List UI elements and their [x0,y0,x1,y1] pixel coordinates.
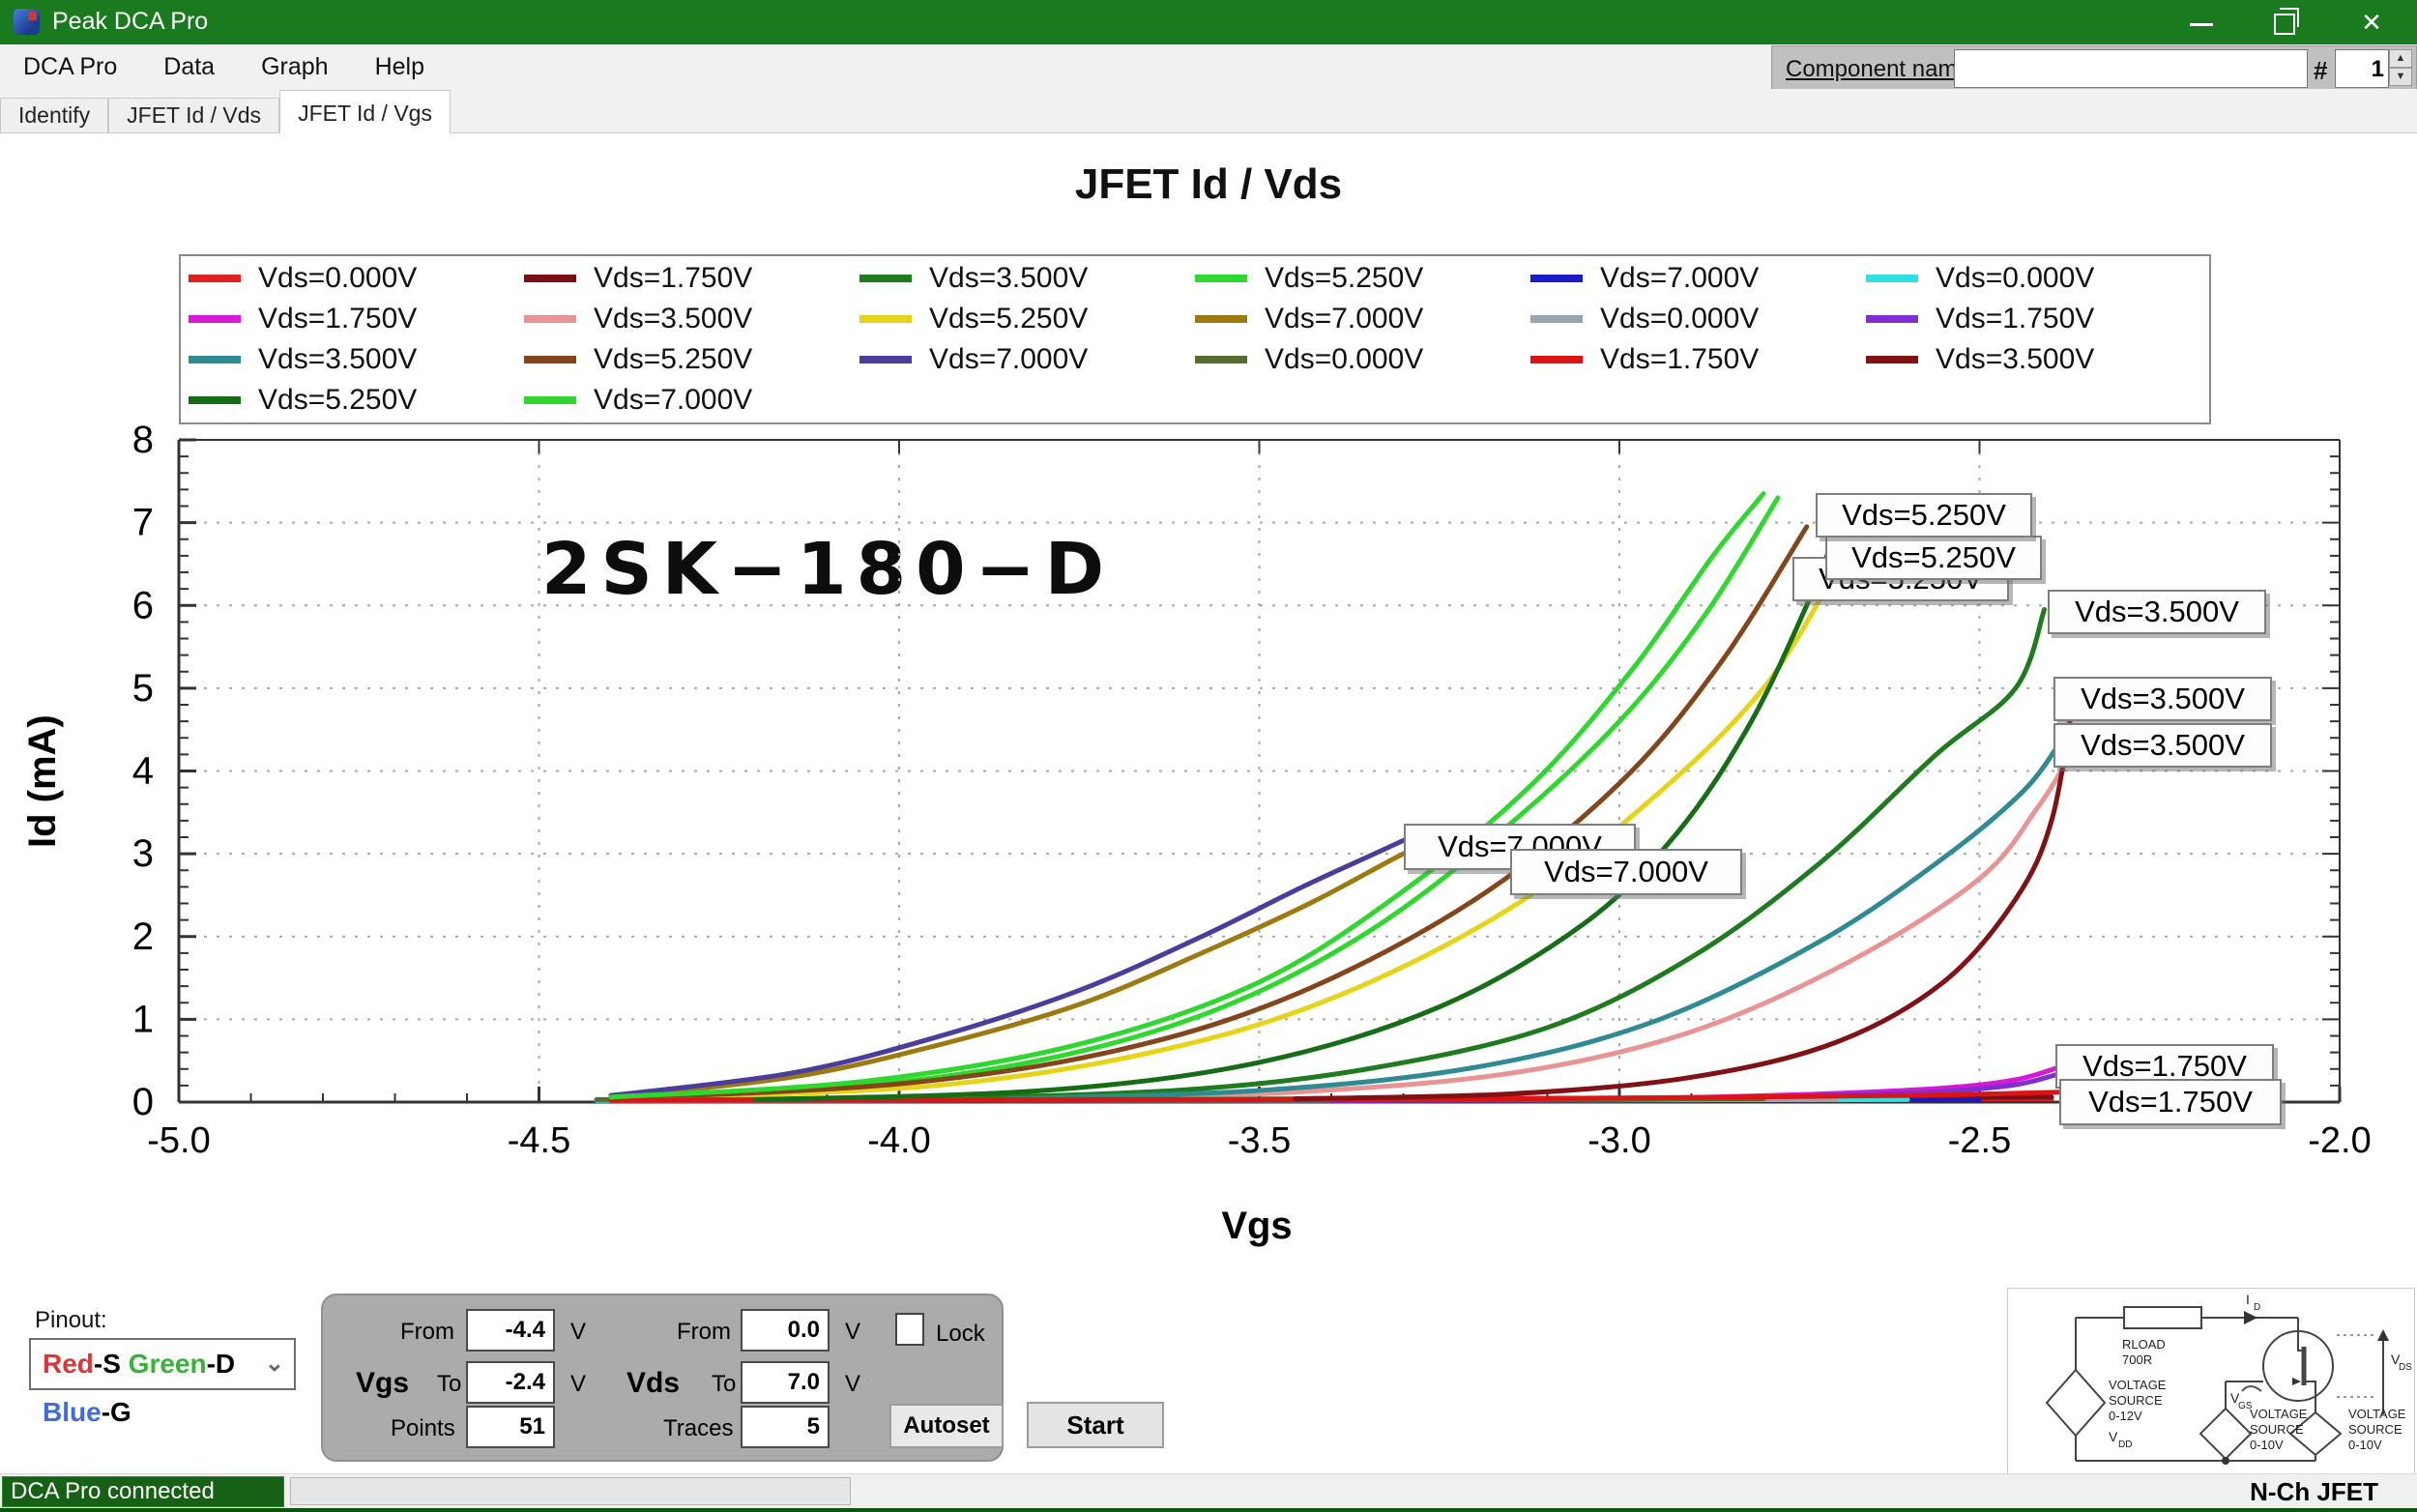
curve-label[interactable]: Vds=5.250V [1816,493,2032,538]
menu-item-help[interactable]: Help [352,44,448,89]
curve-vds-3-500v [1007,744,2059,1098]
curve-label[interactable]: Vds=7.000V [1510,849,1742,895]
curve-label[interactable]: Vds=5.250V [1825,536,2042,580]
tab-bar: IdentifyJFET Id / VdsJFET Id / Vgs [0,89,2417,133]
component-number-value[interactable]: 1 [2335,49,2389,88]
spinner-down-icon[interactable]: ▼ [2389,68,2412,86]
app-icon [14,9,40,35]
component-number-label: # [2314,56,2327,86]
graph-page: JFET Id / Vds Vds=0.000VVds=1.750VVds=3.… [0,133,2417,1473]
title-bar: Peak DCA Pro ✕ [0,0,2417,44]
tab-identify[interactable]: Identify [0,98,108,133]
window-bottom-border [0,1508,2417,1512]
svg-text:6: 6 [132,584,154,626]
svg-text:-2.0: -2.0 [2308,1120,2371,1161]
restore-button[interactable] [2249,0,2320,44]
menu-item-dca-pro[interactable]: DCA Pro [0,44,140,89]
svg-text:-4.5: -4.5 [508,1120,570,1161]
chart-plot: -5.0 -4.5 -4.0 -3.5 -3.0 -2.5 -2.0 0 1 2 3 4 5 6 7 8 [0,133,2417,1473]
svg-text:-2.5: -2.5 [1948,1120,2011,1161]
tab-jfet-id-vgs[interactable]: JFET Id / Vgs [279,90,451,134]
svg-text:1: 1 [132,998,154,1040]
app-window: Peak DCA Pro ✕ DCA ProDataGraphHelp Comp… [0,0,2417,1512]
minimize-button[interactable] [2166,0,2237,44]
curve-label[interactable]: Vds=1.750V [2059,1079,2282,1125]
curve-vds-7-000v [611,494,1763,1097]
component-name-bar: Component name # 1 ▲ ▼ [1771,45,2417,92]
curve-label[interactable]: Vds=3.500V [2048,590,2266,634]
close-button[interactable]: ✕ [2336,0,2407,44]
curve-label[interactable]: Vds=3.500V [2053,723,2272,768]
device-type-status: N-Ch JFET [2250,1477,2378,1507]
progress-bar [290,1477,851,1505]
menu-item-graph[interactable]: Graph [238,44,351,89]
menu-item-data[interactable]: Data [140,44,238,89]
status-bar: DCA Pro connected N-Ch JFET [0,1473,2417,1508]
svg-text:-3.5: -3.5 [1228,1120,1291,1161]
svg-text:3: 3 [132,832,154,875]
tab-jfet-id-vds[interactable]: JFET Id / Vds [108,98,279,133]
svg-text:-4.0: -4.0 [867,1120,930,1161]
curve-label[interactable]: Vds=3.500V [2053,677,2272,721]
connection-status: DCA Pro connected [2,1476,284,1507]
window-title: Peak DCA Pro [52,8,208,36]
component-name-label: Component name [1786,56,1970,83]
component-name-input[interactable] [1954,49,2308,88]
svg-text:-3.0: -3.0 [1587,1120,1650,1161]
svg-text:5: 5 [132,667,154,710]
svg-text:4: 4 [132,750,154,793]
svg-text:8: 8 [132,419,154,461]
svg-text:2: 2 [132,916,154,958]
svg-text:0: 0 [132,1081,154,1123]
svg-text:-5.0: -5.0 [147,1120,210,1161]
svg-text:7: 7 [132,502,154,544]
spinner-up-icon[interactable]: ▲ [2389,49,2412,68]
